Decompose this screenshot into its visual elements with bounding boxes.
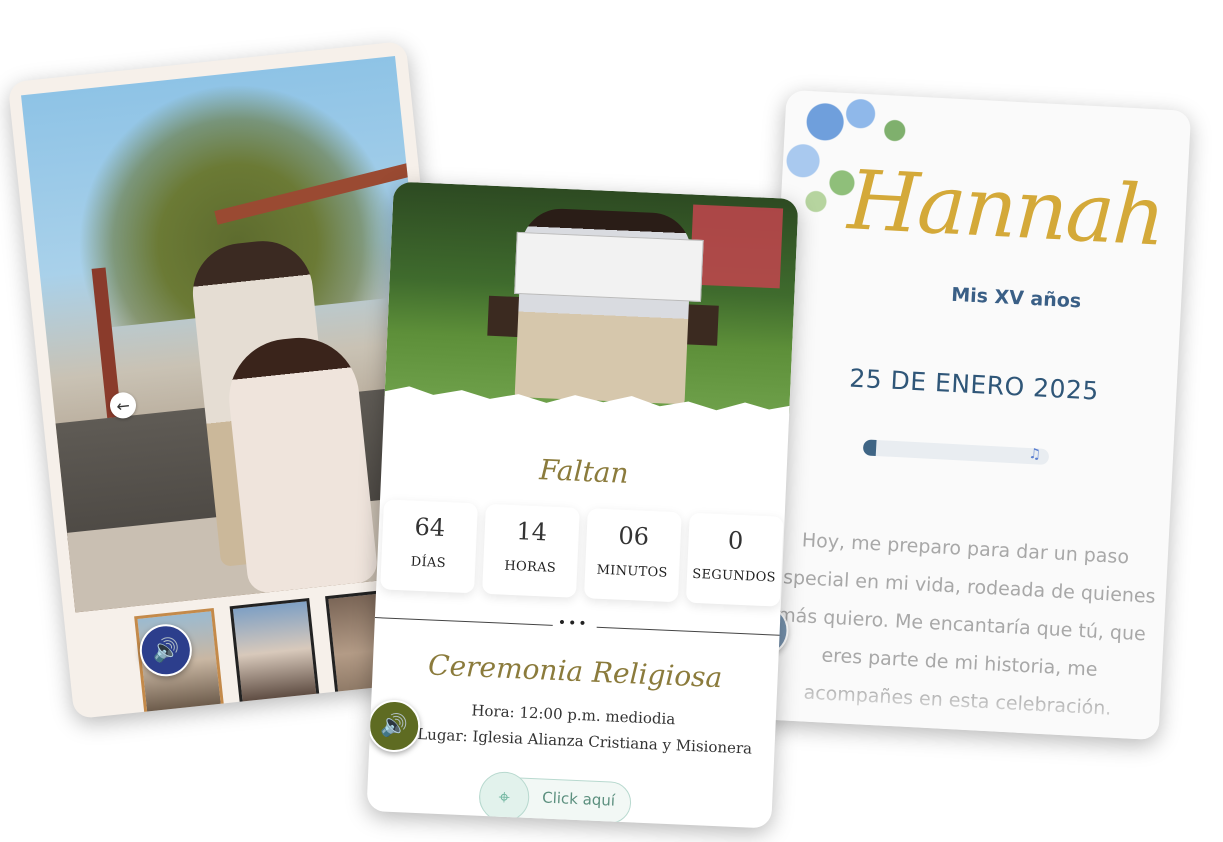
countdown-hours: 14 HORAS [482, 503, 580, 598]
countdown-days: 64 DÍAS [380, 499, 478, 594]
newspapers [514, 231, 704, 302]
red-building [689, 204, 784, 289]
event-subtitle: Mis XV años [950, 283, 1082, 313]
music-player[interactable]: ♫ [862, 439, 1050, 466]
section-divider: ••• [374, 613, 780, 639]
location-button-label[interactable]: Click aquí [542, 789, 616, 810]
honoree-name: Hannah [845, 153, 1166, 265]
speaker-icon: 🔊 [150, 636, 181, 665]
countdown-title: Faltan [538, 453, 630, 490]
speaker-icon: 🔊 [379, 712, 409, 740]
music-progress [862, 439, 877, 456]
arrow-left-icon: ← [115, 395, 131, 416]
countdown-seconds: 0 SEGUNDOS [685, 512, 784, 607]
countdown-minutes: 06 MINUTOS [583, 508, 682, 603]
countdown-timer: 64 DÍAS 14 HORAS 06 MINUTOS 0 SEGUNDOS [380, 499, 784, 607]
music-note-icon: ♫ [1028, 445, 1042, 463]
countdown-card: Faltan 64 DÍAS 14 HORAS 06 MINUTOS 0 SEG… [366, 181, 799, 829]
gallery-thumbnail[interactable] [229, 597, 320, 706]
event-title: Ceremonia Religiosa [427, 648, 723, 695]
divider-dots: ••• [557, 615, 589, 633]
woman-figure [223, 331, 379, 595]
couple-photo [384, 181, 799, 414]
event-date: 25 DE ENERO 2025 [848, 363, 1100, 406]
quinceanera-card: Hannah Mis XV años 25 DE ENERO 2025 ♫ Ho… [753, 89, 1192, 741]
